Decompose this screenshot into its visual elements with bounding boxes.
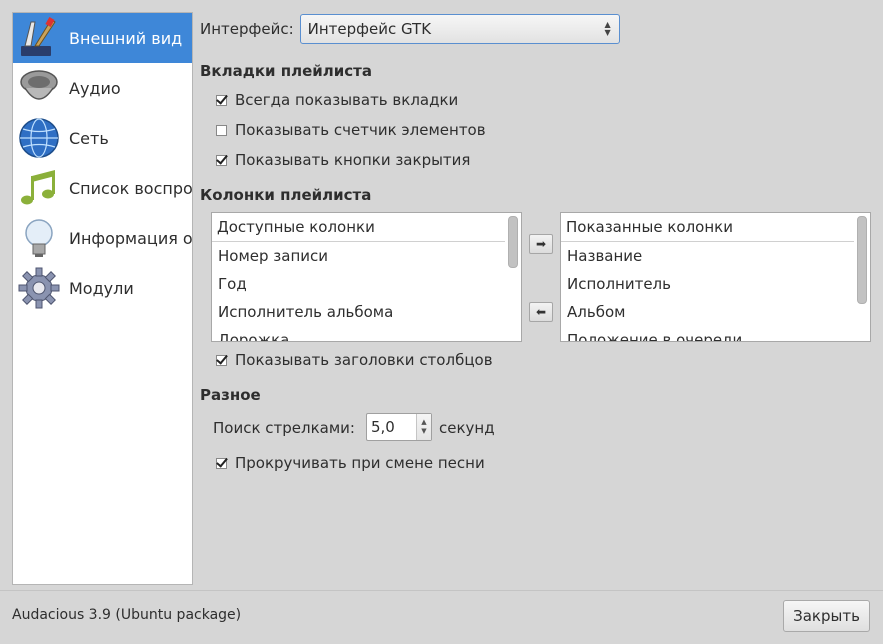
checkbox-label: Прокручивать при смене песни	[235, 454, 485, 472]
interface-combo-value: Интерфейс GTK	[307, 20, 432, 38]
shown-columns-scrollbar[interactable]	[857, 216, 867, 304]
checkbox-label: Показывать кнопки закрытия	[235, 151, 471, 169]
remove-column-button[interactable]: ⬅	[529, 302, 553, 322]
interface-combo[interactable]: Интерфейс GTK ▲ ▼	[299, 14, 620, 44]
checkbox-row-show-close-buttons[interactable]: Показывать кнопки закрытия	[216, 151, 470, 169]
shown-columns-header[interactable]: Показанные колонки	[561, 213, 854, 242]
close-button[interactable]: Закрыть	[783, 600, 870, 632]
sidebar-item-label: Внешний вид	[69, 28, 183, 48]
lightbulb-icon	[16, 215, 62, 261]
sidebar-item-song-info[interactable]: Информация о песне	[13, 213, 192, 263]
category-sidebar: Внешний вид Аудио Сеть Список воспро Инф…	[12, 12, 193, 585]
interface-label: Интерфейс:	[200, 20, 294, 38]
shown-columns-list[interactable]: Показанные колонки Название Исполнитель …	[560, 212, 871, 342]
available-columns-header[interactable]: Доступные колонки	[212, 213, 505, 242]
spin-up-icon[interactable]: ▲	[421, 418, 426, 427]
sidebar-item-label: Информация о песне	[69, 228, 193, 248]
list-item[interactable]: Альбом	[561, 298, 870, 326]
sidebar-item-playlist[interactable]: Список воспроизведения	[13, 163, 192, 213]
sidebar-item-label: Аудио	[69, 78, 121, 98]
sidebar-item-network[interactable]: Сеть	[13, 113, 192, 163]
add-column-button[interactable]: ➡	[529, 234, 553, 254]
section-title-misc: Разное	[200, 386, 261, 404]
music-note-icon	[16, 165, 62, 211]
gear-icon	[16, 265, 62, 311]
speaker-icon	[16, 65, 62, 111]
checkbox-row-show-headers[interactable]: Показывать заголовки столбцов	[216, 351, 493, 369]
spin-arrows[interactable]: ▲ ▼	[416, 414, 431, 440]
sidebar-item-label: Список воспроизведения	[69, 178, 193, 198]
seek-label: Поиск стрелками:	[213, 419, 355, 437]
available-columns-scrollbar[interactable]	[508, 216, 518, 268]
checkbox-label: Показывать заголовки столбцов	[235, 351, 493, 369]
arrow-left-icon: ⬅	[535, 305, 547, 319]
sidebar-item-appearance[interactable]: Внешний вид	[13, 13, 192, 63]
checkbox-label: Показывать счетчик элементов	[235, 121, 486, 139]
checkbox-label: Всегда показывать вкладки	[235, 91, 459, 109]
list-item[interactable]: Положение в очереди	[561, 326, 870, 341]
footer-separator	[0, 590, 883, 591]
sidebar-item-audio[interactable]: Аудио	[13, 63, 192, 113]
sidebar-item-plugins[interactable]: Модули	[13, 263, 192, 313]
interface-row: Интерфейс: Интерфейс GTK ▲ ▼	[200, 13, 620, 45]
show-item-count-checkbox[interactable]	[216, 124, 227, 136]
seek-spinbutton[interactable]: 5,0 ▲ ▼	[366, 413, 432, 441]
list-item[interactable]: Название	[561, 242, 870, 270]
always-show-tabs-checkbox[interactable]	[216, 94, 227, 106]
checkbox-row-scroll-on-change[interactable]: Прокручивать при смене песни	[216, 454, 485, 472]
version-label: Audacious 3.9 (Ubuntu package)	[12, 607, 242, 623]
updown-arrows-icon: ▲ ▼	[604, 20, 611, 37]
section-title-tabs: Вкладки плейлиста	[200, 62, 372, 80]
appearance-settings-panel: Интерфейс: Интерфейс GTK ▲ ▼ Вкладки плей…	[200, 0, 883, 590]
show-close-buttons-checkbox[interactable]	[216, 154, 227, 166]
show-column-headers-checkbox[interactable]	[216, 354, 227, 366]
checkbox-row-always-show-tabs[interactable]: Всегда показывать вкладки	[216, 91, 458, 109]
globe-icon	[16, 115, 62, 161]
sidebar-item-label: Модули	[69, 278, 134, 298]
seek-unit: секунд	[439, 419, 495, 437]
checkbox-row-show-count[interactable]: Показывать счетчик элементов	[216, 121, 486, 139]
list-item[interactable]: Исполнитель альбома	[212, 298, 521, 326]
list-item[interactable]: Номер записи	[212, 242, 521, 270]
list-item[interactable]: Дорожка	[212, 326, 521, 341]
sidebar-item-label: Сеть	[69, 128, 109, 148]
list-item[interactable]: Исполнитель	[561, 270, 870, 298]
seek-value[interactable]: 5,0	[367, 418, 416, 436]
list-item[interactable]: Год	[212, 270, 521, 298]
available-columns-list[interactable]: Доступные колонки Номер записи Год Испол…	[211, 212, 522, 342]
spin-down-icon[interactable]: ▼	[421, 427, 426, 436]
scroll-on-song-change-checkbox[interactable]	[216, 457, 227, 469]
section-title-columns: Колонки плейлиста	[200, 186, 372, 204]
paintbrush-icon	[16, 15, 62, 61]
arrow-right-icon: ➡	[535, 237, 547, 251]
